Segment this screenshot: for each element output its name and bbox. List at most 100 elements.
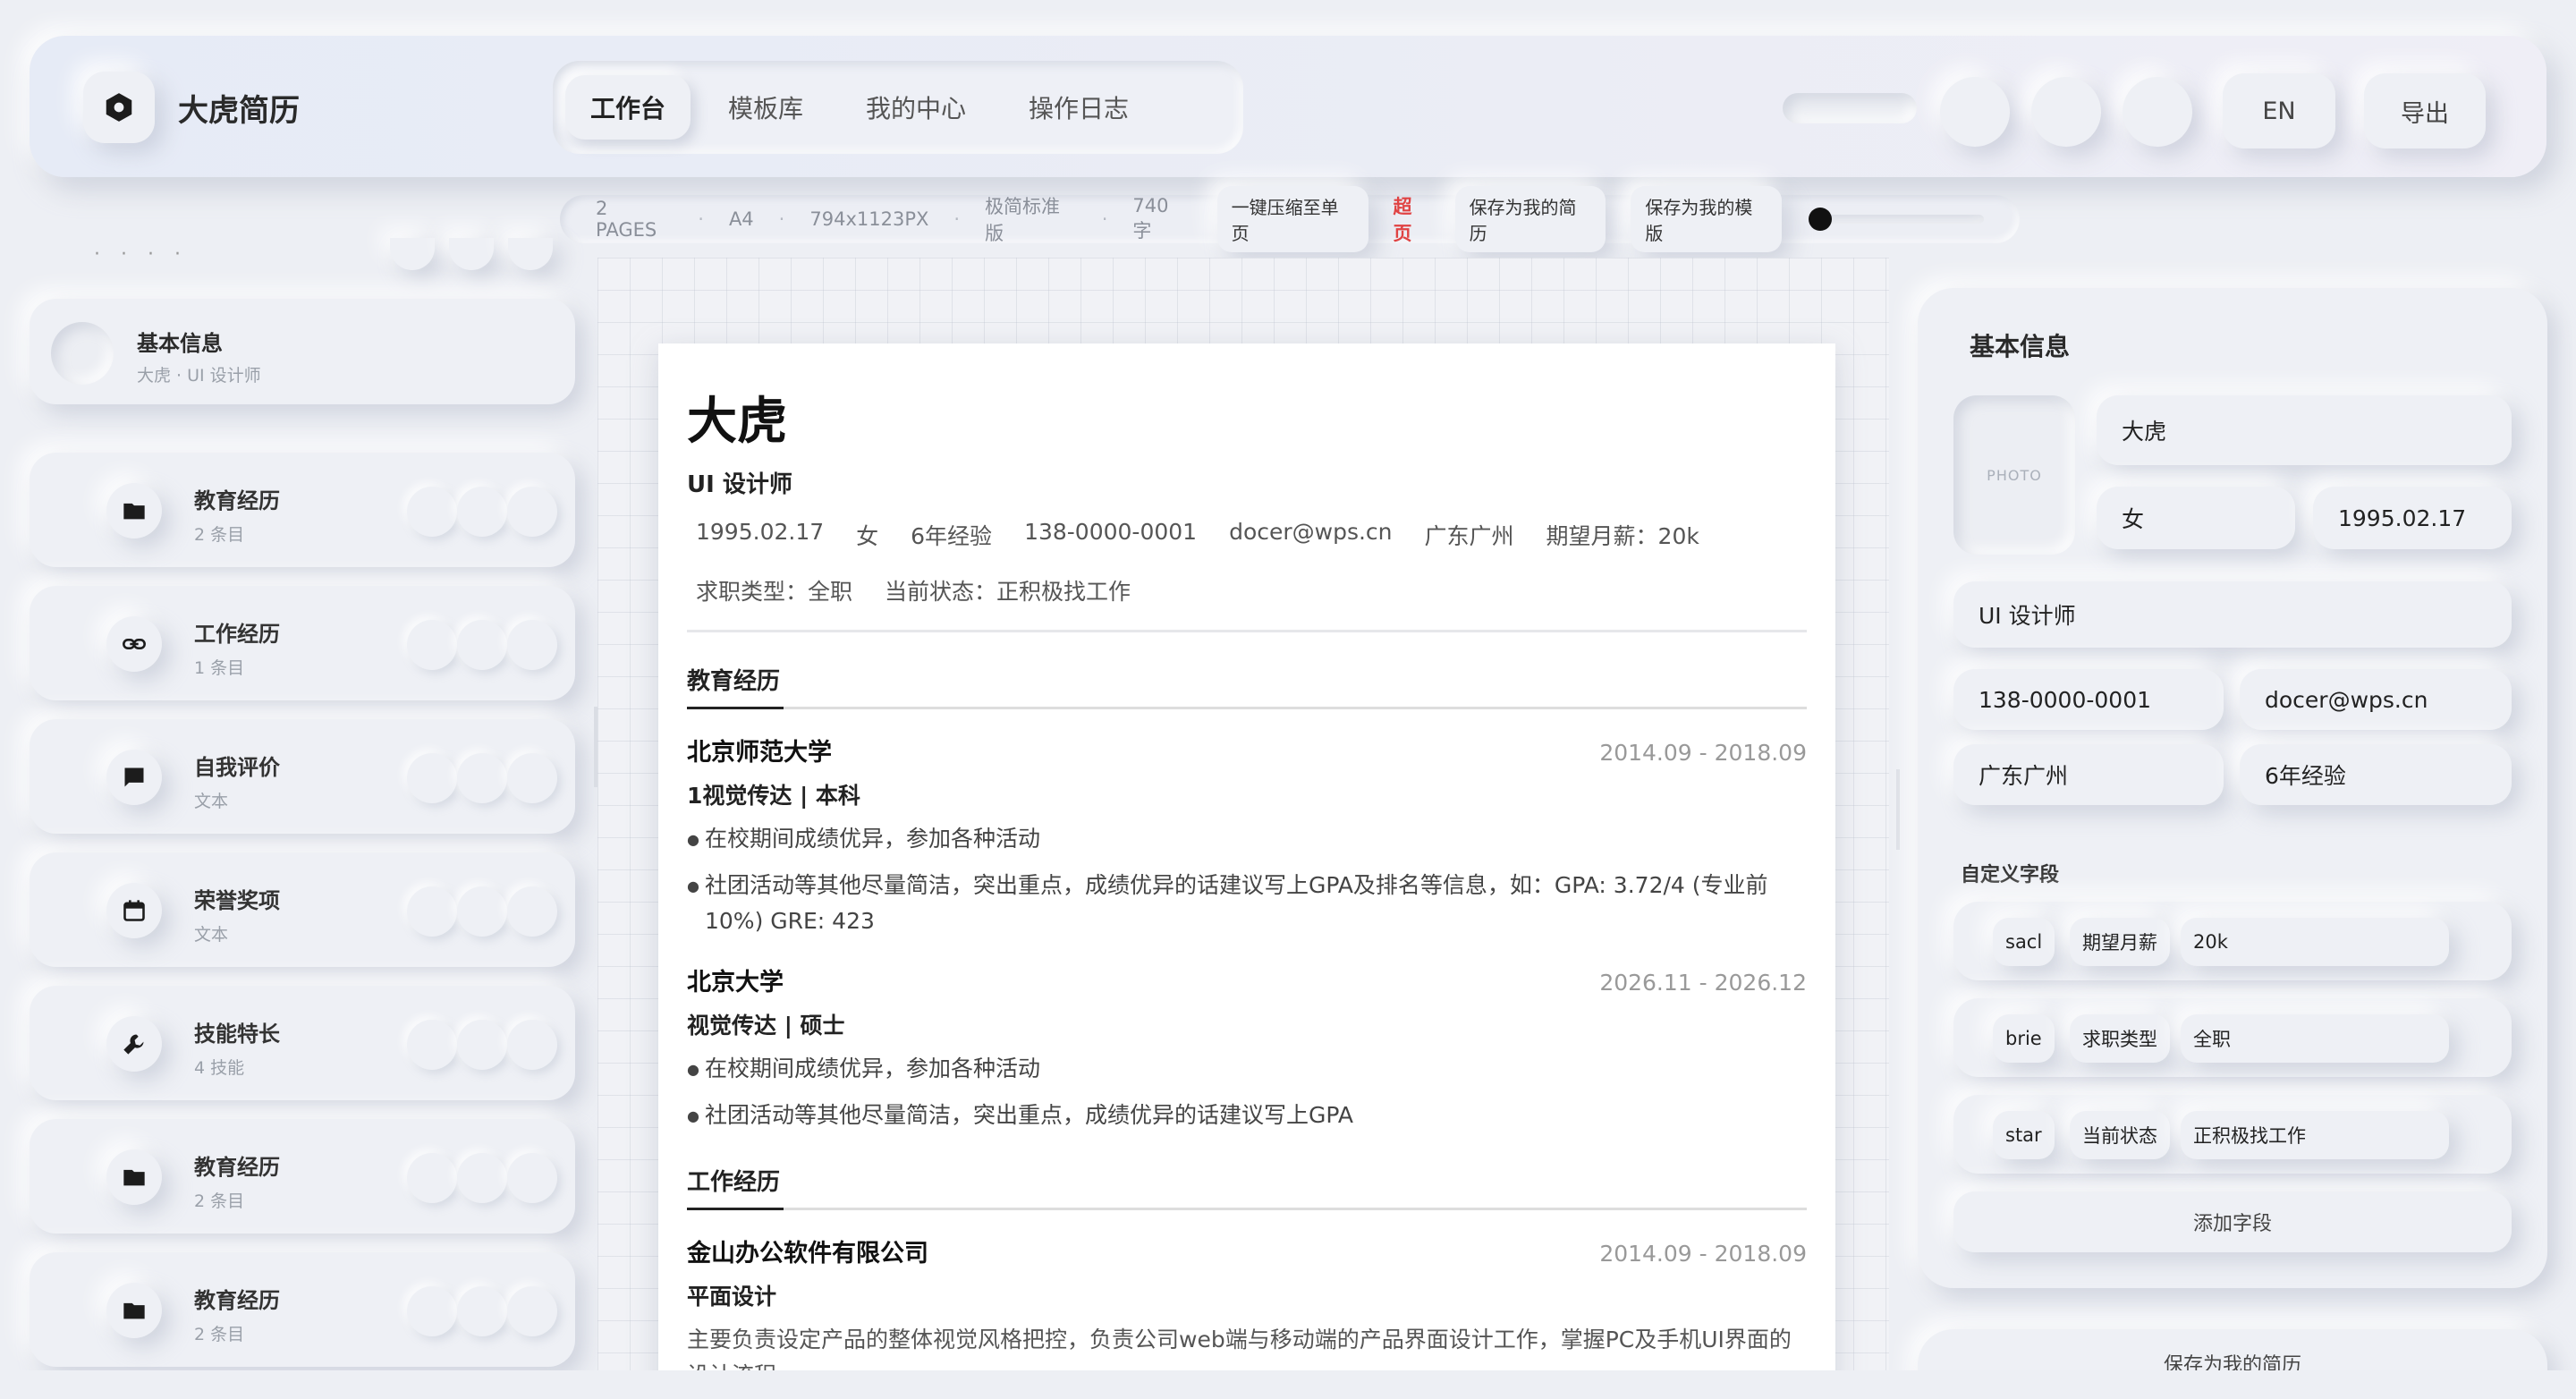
- photo-upload[interactable]: PHOTO: [1953, 395, 2075, 555]
- basic-info-subtitle: 大虎 · UI 设计师: [137, 366, 261, 386]
- phone-field[interactable]: 138-0000-0001: [1953, 669, 2224, 730]
- avatar: [51, 322, 114, 385]
- separator: ·: [778, 208, 785, 230]
- comment-icon: [106, 750, 162, 805]
- ghost-circle: [449, 238, 494, 270]
- education-section-title: 教育经历: [687, 663, 1807, 709]
- resume-name: 大虎: [687, 393, 787, 451]
- section-title: 教育经历: [194, 488, 280, 513]
- header-circle-button[interactable]: [2031, 77, 2101, 147]
- birthday-field[interactable]: 1995.02.17: [2313, 487, 2512, 549]
- degree: 视觉传达 | 硕士: [687, 1013, 845, 1039]
- zoom-slider-knob[interactable]: [1809, 208, 1833, 231]
- custom-field-value[interactable]: 20k: [2181, 918, 2449, 966]
- ghost-circles: [407, 886, 557, 937]
- panel-title: 基本信息: [1970, 332, 2071, 361]
- save-as-template-button[interactable]: 保存为我的模版: [1631, 186, 1783, 252]
- ghost-circles: [407, 1286, 557, 1336]
- add-field-button[interactable]: 添加字段: [1953, 1191, 2512, 1252]
- section-title: 教育经历: [194, 1155, 280, 1180]
- export-button[interactable]: 导出: [2364, 73, 2486, 148]
- main-nav: 工作台 模板库 我的中心 操作日志: [553, 61, 1243, 154]
- ghost-circle: [508, 238, 553, 270]
- city-field[interactable]: 广东广州: [1953, 744, 2224, 805]
- sidebar-basic-info-card[interactable]: 基本信息 大虎 · UI 设计师: [30, 299, 575, 404]
- sidebar-drag-dots: · · · ·: [94, 243, 188, 266]
- sidebar-item-education[interactable]: 教育经历 2 条目: [30, 1252, 575, 1367]
- ghost-circles: [407, 620, 557, 670]
- basic-info-editor-panel: 基本信息 PHOTO 大虎 女 1995.02.17 UI 设计师 138-00…: [1918, 288, 2547, 1288]
- section-subtitle: 2 条目: [194, 1191, 245, 1211]
- section-subtitle: 4 技能: [194, 1058, 245, 1078]
- meta-status: 当前状态：正积极找工作: [885, 579, 1131, 605]
- folder-icon: [106, 483, 162, 538]
- zoom-slider[interactable]: [1809, 208, 1985, 231]
- tab-my-center[interactable]: 我的中心: [841, 75, 991, 140]
- sidebar-item-work[interactable]: 工作经历 1 条目: [30, 586, 575, 700]
- school-name: 北京师范大学: [687, 739, 832, 767]
- email-field[interactable]: docer@wps.cn: [2240, 669, 2512, 730]
- education-entry: 北京师范大学 2014.09 - 2018.09 1视觉传达 | 本科 在校期间…: [687, 733, 1807, 939]
- gender-field[interactable]: 女: [2097, 487, 2295, 549]
- custom-field-row[interactable]: brie 求职类型 全职: [1953, 998, 2512, 1077]
- word-count: 740 字: [1132, 195, 1169, 242]
- sidebar-item-education[interactable]: 教育经历 2 条目: [30, 453, 575, 567]
- compress-to-one-page-button[interactable]: 一键压缩至单页: [1216, 186, 1368, 252]
- app-logo[interactable]: [83, 72, 155, 143]
- document-info-bar: 2 PAGES · A4 · 794x1123PX · 极简标准版 · 740 …: [560, 186, 2020, 252]
- resume-meta-line: 1995.02.17 女 6年经验 138-0000-0001 docer@wp…: [687, 519, 1807, 551]
- section-subtitle: 1 条目: [194, 658, 245, 678]
- hexagon-logo-icon: [106, 93, 132, 122]
- resume-meta-line: 求职类型：全职 当前状态：正积极找工作: [687, 574, 1807, 606]
- custom-field-value[interactable]: 正积极找工作: [2181, 1111, 2449, 1159]
- section-title: 荣誉奖项: [194, 888, 280, 913]
- meta-city: 广东广州: [1424, 523, 1514, 549]
- ghost-circles: [407, 487, 557, 537]
- school-name: 北京大学: [687, 969, 784, 996]
- header-slider[interactable]: [1783, 93, 1917, 123]
- sidebar-item-skills[interactable]: 技能特长 4 技能: [30, 986, 575, 1100]
- custom-fields-label: 自定义字段: [1961, 864, 2060, 886]
- save-as-resume-button[interactable]: 保存为我的简历: [1454, 186, 1606, 252]
- custom-field-key[interactable]: 求职类型: [2070, 1014, 2170, 1063]
- meta-salary: 期望月薪：20k: [1546, 523, 1699, 549]
- folder-icon: [106, 1149, 162, 1205]
- sidebar-item-self-evaluation[interactable]: 自我评价 文本: [30, 719, 575, 834]
- role-field[interactable]: UI 设计师: [1953, 581, 2512, 648]
- custom-field-row[interactable]: sacl 期望月薪 20k: [1953, 902, 2512, 980]
- language-button[interactable]: EN: [2223, 73, 2335, 148]
- section-title: 自我评价: [194, 755, 280, 780]
- sidebar-item-honors[interactable]: 荣誉奖项 文本: [30, 852, 575, 967]
- tab-templates[interactable]: 模板库: [703, 75, 828, 140]
- resume-page[interactable]: 大虎 UI 设计师 1995.02.17 女 6年经验 138-0000-000…: [658, 343, 1835, 1399]
- custom-field-value[interactable]: 全职: [2181, 1014, 2449, 1063]
- tab-workbench[interactable]: 工作台: [565, 75, 691, 140]
- app-title: 大虎简历: [178, 93, 300, 129]
- pixel-size: 794x1123PX: [809, 208, 929, 230]
- date-range: 2014.09 - 2018.09: [1599, 740, 1807, 766]
- degree: 1视觉传达 | 本科: [687, 783, 860, 809]
- ghost-circles: [407, 1020, 557, 1070]
- custom-field-icon[interactable]: star: [1993, 1111, 2055, 1159]
- custom-field-icon[interactable]: brie: [1993, 1014, 2055, 1063]
- custom-field-icon[interactable]: sacl: [1993, 918, 2055, 966]
- sidebar-item-education[interactable]: 教育经历 2 条目: [30, 1119, 575, 1234]
- header-circle-button[interactable]: [2123, 77, 2192, 147]
- experience-field[interactable]: 6年经验: [2240, 744, 2512, 805]
- section-subtitle: 2 条目: [194, 1325, 245, 1344]
- custom-field-row[interactable]: star 当前状态 正积极找工作: [1953, 1095, 2512, 1174]
- section-title: 工作经历: [194, 622, 280, 647]
- meta-phone: 138-0000-0001: [1024, 519, 1198, 545]
- header-circle-button[interactable]: [1940, 77, 2010, 147]
- name-field[interactable]: 大虎: [2097, 395, 2512, 465]
- tab-operation-log[interactable]: 操作日志: [1004, 75, 1154, 140]
- bullet-item: 在校期间成绩优异，参加各种活动: [687, 821, 1807, 857]
- custom-field-key[interactable]: 当前状态: [2070, 1111, 2170, 1159]
- divider: [687, 630, 1807, 632]
- custom-field-key[interactable]: 期望月薪: [2070, 918, 2170, 966]
- job-position: 平面设计: [687, 1284, 777, 1310]
- page-count: 2 PAGES: [596, 198, 657, 241]
- canvas-scrollbar[interactable]: [594, 707, 597, 787]
- canvas-scrollbar[interactable]: [1896, 769, 1900, 850]
- ghost-circles: [407, 753, 557, 803]
